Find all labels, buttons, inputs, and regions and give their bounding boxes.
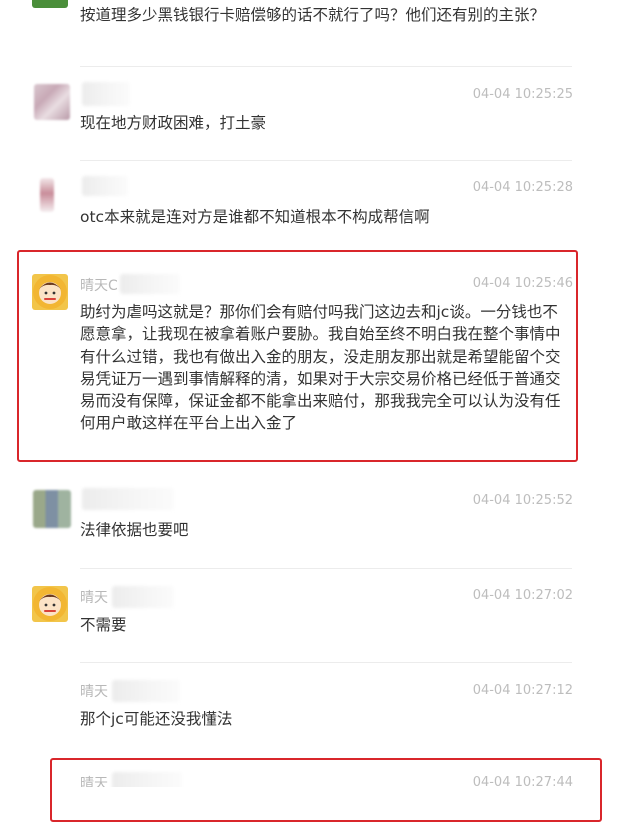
sender-name: 晴天C — [80, 278, 118, 294]
message-text: 不需要 — [80, 616, 127, 634]
message-divider — [80, 662, 572, 663]
message-text: 法律依据也要吧 — [80, 521, 189, 539]
sender-name: 晴天 — [80, 684, 108, 700]
message-timestamp: 04-04 10:25:28 — [472, 180, 573, 195]
chat-message: 晴天C 04-04 10:25:46 助纣为虐吗这就是？那你们会有赔付吗我门这边… — [0, 266, 641, 456]
blurred-username — [82, 488, 174, 510]
chat-message: 晴天 04-04 10:27:02 不需要 — [0, 580, 641, 650]
message-timestamp: 04-04 10:27:02 — [472, 588, 573, 603]
chat-message: 04-04 10:25:25 现在地方财政困难，打土豪 — [0, 80, 641, 150]
message-timestamp: 04-04 10:25:25 — [472, 87, 573, 102]
message-timestamp: 04-04 10:25:52 — [472, 493, 573, 508]
chat-message: 晴天 04-04 10:27:44 — [0, 766, 641, 787]
cartoon-avatar-icon[interactable] — [32, 274, 68, 310]
message-divider — [80, 160, 572, 161]
cartoon-avatar-icon[interactable] — [32, 586, 68, 622]
chat-message: 晴天 04-04 10:27:12 那个jc可能还没我懂法 — [0, 676, 641, 736]
message-divider — [80, 66, 572, 67]
sender-name: 晴天 — [80, 590, 108, 606]
blurred-username — [82, 176, 128, 196]
blurred-username — [112, 586, 174, 608]
message-text: 现在地方财政困难，打土豪 — [80, 114, 267, 132]
sender-name: 晴天 — [80, 776, 108, 787]
chat-message: 04-04 10:25:52 法律依据也要吧 — [0, 486, 641, 556]
blurred-username — [82, 82, 130, 106]
message-text: 助纣为虐吗这就是？那你们会有赔付吗我门这边去和jc谈。一分钱也不愿意拿，让我现在… — [80, 303, 561, 433]
blurred-avatar-icon[interactable] — [40, 178, 54, 212]
chat-message: 按道理多少黑钱银行卡赔偿够的话不就行了吗？他们还有别的主张？ — [0, 0, 641, 56]
message-timestamp: 04-04 10:25:46 — [472, 276, 573, 291]
message-text: 那个jc可能还没我懂法 — [80, 710, 233, 728]
message-timestamp: 04-04 10:27:12 — [472, 683, 573, 698]
blurred-username — [112, 772, 182, 787]
blurred-username — [112, 680, 180, 702]
blurred-avatar-icon[interactable] — [34, 84, 70, 120]
blurred-avatar-icon[interactable] — [33, 490, 71, 528]
cartoon-face-icon — [33, 275, 67, 309]
message-text: otc本来就是连对方是谁都不知道根本不构成帮信啊 — [80, 208, 430, 226]
chat-message: 04-04 10:25:28 otc本来就是连对方是谁都不知道根本不构成帮信啊 — [0, 172, 641, 242]
message-timestamp: 04-04 10:27:44 — [472, 775, 573, 787]
message-text: 按道理多少黑钱银行卡赔偿够的话不就行了吗？他们还有别的主张？ — [80, 6, 546, 24]
green-avatar-icon[interactable] — [32, 0, 68, 8]
blurred-username — [120, 274, 180, 294]
message-divider — [80, 568, 572, 569]
cartoon-face-icon — [33, 587, 67, 621]
